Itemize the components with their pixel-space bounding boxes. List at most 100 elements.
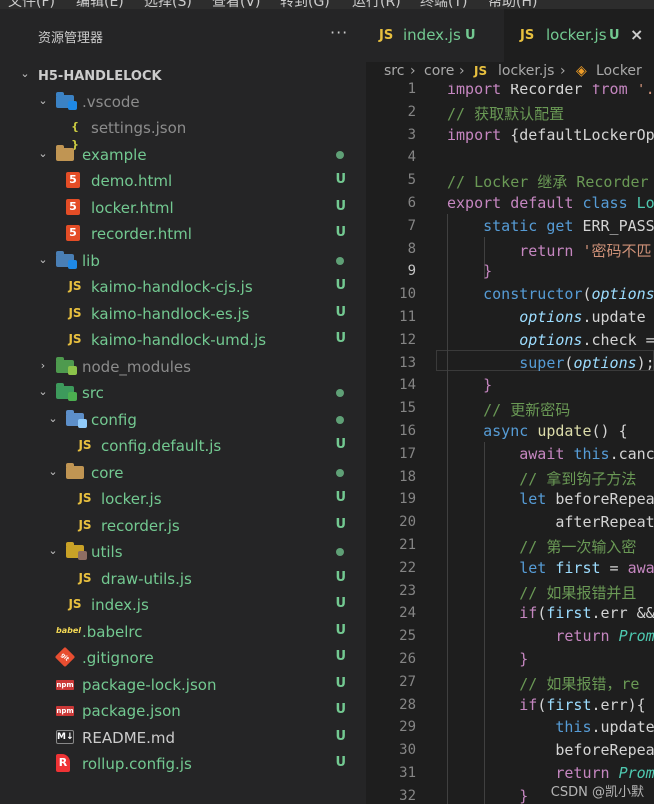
- editor-tabs: JS index.js U JS locker.js U ×: [366, 9, 654, 62]
- tree-file[interactable]: 5 recorder.html U: [0, 221, 366, 247]
- tree-item-label: locker.js: [101, 490, 162, 508]
- tree-item-label: src: [82, 384, 104, 402]
- tab-locker-js[interactable]: JS locker.js U ×: [504, 9, 654, 62]
- status-badge: U: [335, 728, 346, 744]
- breadcrumb-file[interactable]: locker.js: [498, 63, 554, 79]
- tree-item-label: locker.html: [91, 198, 174, 217]
- tree-file[interactable]: JS kaimo-handlock-es.js U: [0, 301, 366, 327]
- status-badge: U: [335, 755, 346, 770]
- js-file-icon: JS: [68, 279, 82, 293]
- menu-item[interactable]: 编辑(E): [76, 0, 124, 9]
- code-editor[interactable]: import Recorder from '. // 获取默认配置 import {…: [436, 84, 654, 804]
- tree-folder[interactable]: › node_modules: [0, 354, 366, 380]
- close-icon[interactable]: ×: [630, 25, 643, 44]
- code-line: // 拿到钩子方法: [519, 469, 637, 488]
- code-line: beforeRepea: [447, 741, 654, 760]
- line-number: 5: [407, 172, 416, 189]
- line-number: 17: [399, 445, 416, 462]
- tab-label: index.js: [403, 26, 461, 44]
- tree-folder[interactable]: ⌄ config: [0, 407, 366, 433]
- tree-item-label: recorder.html: [91, 225, 192, 243]
- tree-file[interactable]: 5 locker.html U: [0, 195, 366, 221]
- folder-icon: [66, 409, 87, 428]
- menu-item[interactable]: 帮助(H): [488, 0, 537, 9]
- folder-icon: [56, 91, 77, 110]
- tree-file[interactable]: Rrollup.config.js U: [0, 751, 366, 777]
- modified-indicator: [336, 548, 344, 556]
- code-line: import {defaultLockerOp: [447, 125, 654, 144]
- line-number: 30: [399, 742, 416, 759]
- modified-indicator: [336, 150, 344, 159]
- tree-file[interactable]: JS draw-utils.js U: [0, 566, 366, 592]
- tree-folder[interactable]: ⌄ utils: [0, 539, 366, 565]
- chevron-down-icon: ⌄: [38, 93, 48, 107]
- status-badge: U: [335, 278, 346, 293]
- tree-folder[interactable]: ⌄ lib: [0, 248, 366, 274]
- menu-item[interactable]: 运行(R): [352, 0, 401, 9]
- status-badge: U: [335, 304, 346, 320]
- chevron-down-icon: ⌄: [20, 67, 30, 80]
- code-line: static get ERR_PASS: [483, 216, 654, 235]
- workspace-root[interactable]: ⌄ H5-HANDLELOCK: [0, 62, 366, 88]
- tree-file[interactable]: npm package-lock.json U: [0, 672, 366, 698]
- tree-file[interactable]: JS kaimo-handlock-cjs.js U: [0, 274, 366, 300]
- line-number: 4: [407, 149, 416, 166]
- tree-file[interactable]: JS kaimo-handlock-umd.js U: [0, 327, 366, 353]
- status-badge: U: [335, 675, 346, 691]
- tree-item-label: .babelrc: [82, 622, 143, 641]
- menu-item[interactable]: 文件(F): [8, 0, 55, 9]
- status-badge: U: [335, 437, 346, 452]
- tree-folder[interactable]: ⌄ .vscode: [0, 89, 366, 115]
- code-line: return Prom: [555, 627, 654, 646]
- tab-index-js[interactable]: JS index.js U: [366, 9, 497, 62]
- tree-file[interactable]: 5 demo.html U: [0, 168, 366, 194]
- status-badge: U: [335, 198, 346, 214]
- tree-item-label: node_modules: [82, 357, 191, 376]
- tree-file[interactable]: JS index.js U: [0, 592, 366, 618]
- code-line: import Recorder from '.: [447, 84, 654, 98]
- html-file-icon: 5: [66, 225, 80, 241]
- status-badge: U: [335, 225, 346, 240]
- tree-item-label: index.js: [91, 596, 149, 614]
- js-file-icon: JS: [78, 491, 92, 505]
- tree-folder[interactable]: ⌄ src: [0, 380, 366, 406]
- menu-item[interactable]: 查看(V): [212, 0, 261, 9]
- breadcrumb-core[interactable]: core: [424, 63, 454, 79]
- code-line: // 如果报错并且: [519, 583, 637, 602]
- menu-item[interactable]: 终端(T): [420, 0, 467, 9]
- tree-folder[interactable]: ⌄ example: [0, 142, 366, 168]
- breadcrumb-src[interactable]: src: [384, 63, 404, 79]
- tree-file[interactable]: { } settings.json: [0, 115, 366, 151]
- line-number: 2: [407, 103, 416, 120]
- folder-icon: [56, 383, 77, 401]
- tree-file[interactable]: babel .babelrc U: [0, 619, 366, 645]
- chevron-right-icon: ›: [560, 63, 566, 79]
- menu-bar: 文件(F) 编辑(E) 选择(S) 查看(V) 转到(G) 运行(R) 终端(T) 帮助(H): [0, 0, 654, 9]
- tree-item-label: demo.html: [91, 172, 173, 190]
- tree-file[interactable]: npm package.json U: [0, 698, 366, 724]
- line-number: 3: [407, 126, 416, 143]
- line-number: 20: [399, 514, 416, 531]
- tree-file[interactable]: JS recorder.js U: [0, 513, 366, 539]
- breadcrumb-class[interactable]: Locker: [596, 63, 642, 79]
- more-actions-icon[interactable]: ···: [330, 23, 348, 42]
- line-number: 10: [399, 286, 416, 303]
- npm-file-icon: npm: [56, 706, 74, 716]
- tree-file[interactable]: JS locker.js U: [0, 486, 366, 512]
- menu-item[interactable]: 转到(G): [280, 0, 330, 9]
- git-file-icon: git: [54, 646, 76, 668]
- tree-file[interactable]: M↓ README.md U: [0, 725, 366, 751]
- code-line: if(first.err){: [519, 695, 646, 714]
- code-line: }: [519, 786, 529, 804]
- tree-file[interactable]: git .gitignore U: [0, 645, 366, 671]
- tree-item-label: config.default.js: [101, 437, 222, 455]
- menu-item[interactable]: 选择(S): [144, 0, 192, 9]
- status-badge: U: [335, 490, 346, 505]
- tree-file[interactable]: JS config.default.js U: [0, 433, 366, 459]
- tree-item-label: kaimo-handlock-umd.js: [91, 331, 267, 349]
- npm-file-icon: npm: [56, 679, 74, 690]
- tree-folder[interactable]: ⌄ core: [0, 460, 366, 486]
- code-line: async update() {: [483, 422, 628, 440]
- tab-status: U: [465, 28, 476, 43]
- code-line: let beforeRepea: [519, 490, 654, 509]
